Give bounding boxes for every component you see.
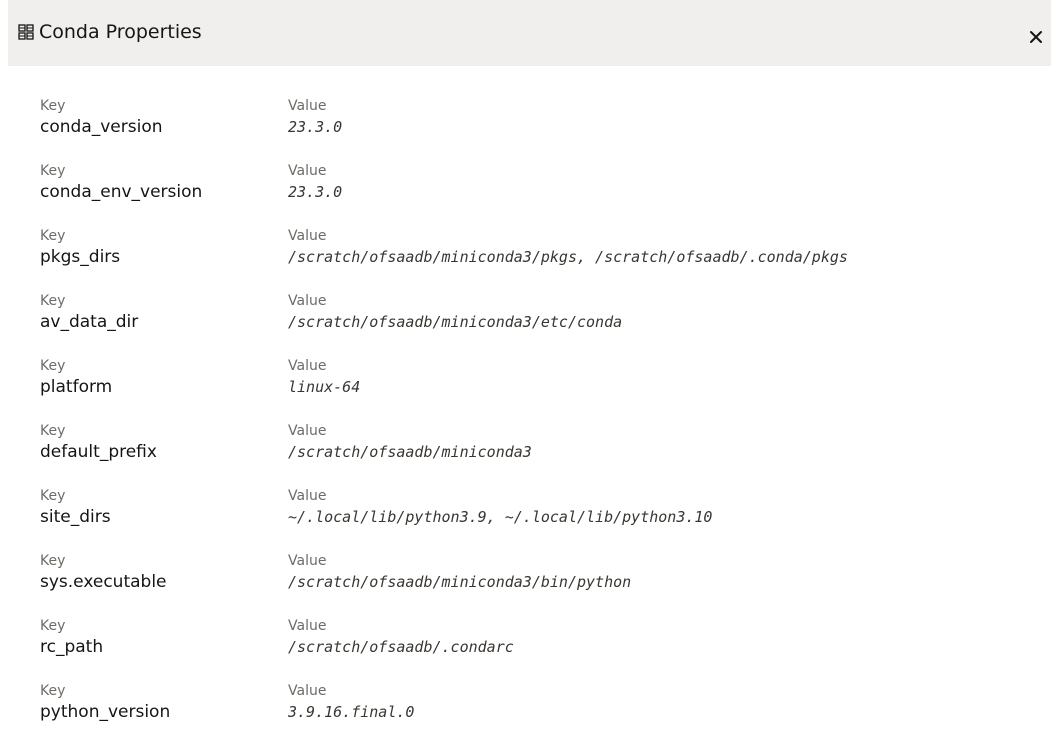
property-key: default_prefix xyxy=(40,442,157,462)
key-cell: Key python_version xyxy=(40,681,280,723)
key-cell: Key av_data_dir xyxy=(40,291,280,333)
key-label: Key xyxy=(40,98,66,114)
key-cell: Key default_prefix xyxy=(40,421,280,463)
key-cell: Key conda_env_version xyxy=(40,161,280,203)
key-label: Key xyxy=(40,683,66,699)
value-label: Value xyxy=(288,228,327,244)
property-value: linux-64 xyxy=(288,378,361,396)
key-label: Key xyxy=(40,553,66,569)
value-label: Value xyxy=(288,553,327,569)
property-key: pkgs_dirs xyxy=(40,247,121,267)
property-row: Key conda_env_version Value 23.3.0 xyxy=(40,161,1040,226)
key-label: Key xyxy=(40,488,66,504)
property-row: Key av_data_dir Value /scratch/ofsaadb/m… xyxy=(40,291,1040,356)
property-value: 3.9.16.final.0 xyxy=(288,703,415,721)
dialog-title: Conda Properties xyxy=(39,21,202,43)
value-cell: Value 23.3.0 xyxy=(288,161,1048,203)
property-key: rc_path xyxy=(40,637,104,657)
key-cell: Key pkgs_dirs xyxy=(40,226,280,268)
value-cell: Value /scratch/ofsaadb/miniconda3 xyxy=(288,421,1048,463)
key-label: Key xyxy=(40,423,66,439)
value-cell: Value /scratch/ofsaadb/.condarc xyxy=(288,616,1048,658)
value-label: Value xyxy=(288,358,327,374)
dialog-header: Conda Properties xyxy=(8,0,1051,66)
property-row: Key platform Value linux-64 xyxy=(40,356,1040,421)
property-row: Key rc_path Value /scratch/ofsaadb/.cond… xyxy=(40,616,1040,681)
key-label: Key xyxy=(40,163,66,179)
key-label: Key xyxy=(40,293,66,309)
value-cell: Value ~/.local/lib/python3.9, ~/.local/l… xyxy=(288,486,1048,528)
property-key: site_dirs xyxy=(40,507,111,527)
value-label: Value xyxy=(288,683,327,699)
property-row: Key pkgs_dirs Value /scratch/ofsaadb/min… xyxy=(40,226,1040,291)
property-value: /scratch/ofsaadb/.condarc xyxy=(288,638,514,656)
property-key: platform xyxy=(40,377,113,397)
property-value: /scratch/ofsaadb/miniconda3/pkgs, /scrat… xyxy=(288,248,848,266)
properties-list: Key conda_version Value 23.3.0 Key conda… xyxy=(40,96,1040,746)
property-row: Key sys.executable Value /scratch/ofsaad… xyxy=(40,551,1040,616)
property-key: python_version xyxy=(40,702,171,722)
properties-grid-icon xyxy=(18,24,34,40)
key-label: Key xyxy=(40,358,66,374)
value-label: Value xyxy=(288,163,327,179)
property-value: /scratch/ofsaadb/miniconda3 xyxy=(288,443,532,461)
property-row: Key site_dirs Value ~/.local/lib/python3… xyxy=(40,486,1040,551)
key-cell: Key rc_path xyxy=(40,616,280,658)
property-value: /scratch/ofsaadb/miniconda3/bin/python xyxy=(288,573,632,591)
property-row: Key conda_version Value 23.3.0 xyxy=(40,96,1040,161)
close-icon[interactable] xyxy=(1023,24,1049,50)
key-cell: Key conda_version xyxy=(40,96,280,138)
value-cell: Value /scratch/ofsaadb/miniconda3/pkgs, … xyxy=(288,226,1048,268)
value-label: Value xyxy=(288,618,327,634)
property-value: 23.3.0 xyxy=(288,183,343,201)
value-cell: Value 3.9.16.final.0 xyxy=(288,681,1048,723)
value-cell: Value /scratch/ofsaadb/miniconda3/bin/py… xyxy=(288,551,1048,593)
value-label: Value xyxy=(288,488,327,504)
property-key: conda_env_version xyxy=(40,182,203,202)
value-cell: Value linux-64 xyxy=(288,356,1048,398)
value-label: Value xyxy=(288,423,327,439)
property-row: Key python_version Value 3.9.16.final.0 xyxy=(40,681,1040,746)
property-value: 23.3.0 xyxy=(288,118,343,136)
value-cell: Value /scratch/ofsaadb/miniconda3/etc/co… xyxy=(288,291,1048,333)
key-label: Key xyxy=(40,228,66,244)
key-cell: Key platform xyxy=(40,356,280,398)
property-key: conda_version xyxy=(40,117,163,137)
value-cell: Value 23.3.0 xyxy=(288,96,1048,138)
value-label: Value xyxy=(288,293,327,309)
property-row: Key default_prefix Value /scratch/ofsaad… xyxy=(40,421,1040,486)
key-label: Key xyxy=(40,618,66,634)
property-key: av_data_dir xyxy=(40,312,139,332)
key-cell: Key sys.executable xyxy=(40,551,280,593)
property-value: ~/.local/lib/python3.9, ~/.local/lib/pyt… xyxy=(288,508,713,526)
property-value: /scratch/ofsaadb/miniconda3/etc/conda xyxy=(288,313,623,331)
property-key: sys.executable xyxy=(40,572,167,592)
key-cell: Key site_dirs xyxy=(40,486,280,528)
value-label: Value xyxy=(288,98,327,114)
conda-properties-dialog: Conda Properties Key conda_version Value… xyxy=(0,0,1051,728)
